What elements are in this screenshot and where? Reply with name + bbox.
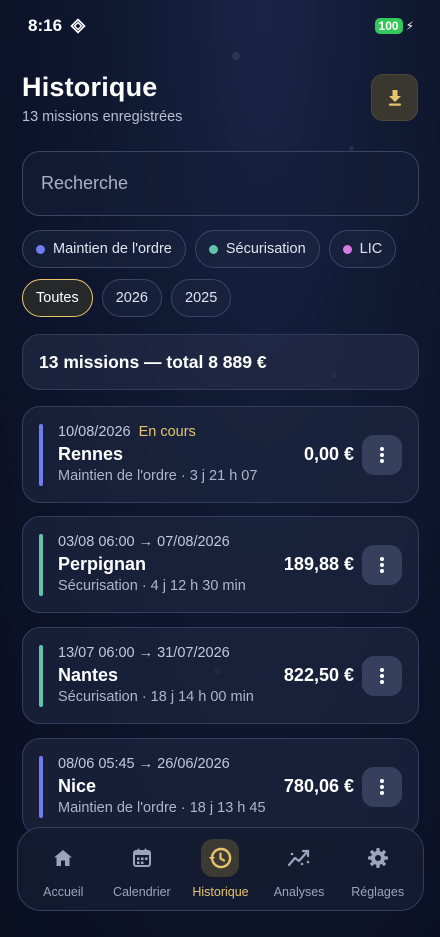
mission-date-range: 10/08/2026 [58,424,131,440]
mission-card[interactable]: 10/08/2026 En cours Rennes Maintien de l'… [22,406,419,503]
calendar-icon [132,848,151,867]
nav-icon-wrap [44,839,82,877]
year-chip-2025[interactable]: 2025 [171,279,232,317]
chip-label: Maintien de l'ordre [53,241,172,257]
status-bar: 8:16 100 ⚡ [0,0,440,52]
year-filters: Toutes 2026 2025 [22,279,232,317]
category-color-bar [39,645,43,707]
page-header: Historique 13 missions enregistrées [22,72,418,132]
nav-item-accueil[interactable]: Accueil [25,839,101,899]
export-button[interactable] [371,74,418,121]
search-input[interactable] [41,173,400,194]
category-color-bar [39,756,43,818]
chip-label: Toutes [36,290,79,306]
mission-status-badge: En cours [138,424,196,440]
category-color-bar [39,534,43,596]
chip-label: LIC [359,241,383,257]
year-chip-2026[interactable]: 2026 [101,279,162,317]
nav-item-reglages[interactable]: Réglages [340,839,416,899]
mission-dates: 13/07 06:00 → 31/07/2026 [58,645,230,661]
category-color-dot [36,244,45,254]
mission-card[interactable]: 03/08 06:00 → 07/08/2026 Perpignan Sécur… [22,516,419,613]
mission-city: Nantes [58,665,119,685]
more-vertical-icon [380,779,384,795]
mission-city: Perpignan [58,554,147,574]
filter-chip-maintien-de-l-ordre[interactable]: Maintien de l'ordre [22,230,186,268]
chip-label: Sécurisation [225,241,306,257]
nav-label: Analyses [273,885,325,899]
page-title: Historique [22,72,158,102]
chip-label: 2026 [115,290,148,306]
filter-chip-lic[interactable]: LIC [328,230,397,268]
mission-more-button[interactable] [362,656,402,696]
mission-dates: 03/08 06:00 → 07/08/2026 [58,534,230,550]
bottom-navigation: Accueil Calendrier Historique Analyses R… [17,827,424,911]
app-notification-icon [70,18,86,34]
mission-meta: Maintien de l'ordre · 18 j 13 h 45 [58,800,266,816]
mission-date-range: 08/06 05:45 → 26/06/2026 [58,756,230,772]
status-right: 100 ⚡ [374,18,414,34]
missions-summary: 13 missions — total 8 889 € [22,334,419,390]
battery-indicator: 100 [374,18,403,34]
status-time: 8:16 [28,16,63,35]
mission-date-range: 03/08 06:00 → 07/08/2026 [58,534,230,550]
category-color-bar [39,424,43,486]
mission-amount: 0,00 € [303,444,354,464]
mission-meta: Sécurisation · 4 j 12 h 30 min [58,578,246,594]
mission-city: Nice [58,776,97,796]
mission-date-range: 13/07 06:00 → 31/07/2026 [58,645,230,661]
nav-icon-wrap [280,839,318,877]
category-color-dot [208,244,218,254]
mission-dates: 10/08/2026 En cours [58,424,196,440]
analytics-icon [287,849,310,867]
mission-city: Rennes [58,444,124,464]
mission-more-button[interactable] [362,767,402,807]
chip-label: 2025 [185,290,218,306]
charging-icon: ⚡ [405,19,414,33]
mission-more-button[interactable] [362,545,402,585]
nav-icon-wrap [123,839,161,877]
history-icon [209,847,232,869]
mission-amount: 822,50 € [283,665,354,685]
gear-icon [367,848,388,868]
home-icon [54,850,73,866]
filter-chip-securisation[interactable]: Sécurisation [194,230,320,268]
mission-card[interactable]: 08/06 05:45 → 26/06/2026 Nice Maintien d… [22,738,419,835]
mission-more-button[interactable] [362,435,402,475]
status-left: 8:16 [28,16,86,36]
download-icon [388,89,401,106]
nav-icon-wrap [201,839,240,877]
mission-dates: 08/06 05:45 → 26/06/2026 [58,756,230,772]
mission-meta: Maintien de l'ordre · 3 j 21 h 07 [58,468,258,484]
nav-item-historique[interactable]: Historique [182,839,258,899]
nav-item-calendrier[interactable]: Calendrier [104,839,180,899]
nav-label: Réglages [351,885,405,899]
more-vertical-icon [380,447,384,463]
nav-item-analyses[interactable]: Analyses [261,839,337,899]
mission-meta: Sécurisation · 18 j 14 h 00 min [58,689,254,705]
summary-text: 13 missions — total 8 889 € [39,351,267,372]
nav-icon-wrap [359,839,397,877]
nav-label: Calendrier [113,885,171,899]
category-color-dot [342,244,352,254]
more-vertical-icon [380,668,384,684]
mission-card[interactable]: 13/07 06:00 → 31/07/2026 Nantes Sécurisa… [22,627,419,724]
nav-label: Accueil [43,885,84,899]
page-subtitle: 13 missions enregistrées [22,109,183,125]
mission-amount: 780,06 € [283,776,354,796]
year-chip-toutes[interactable]: Toutes [22,279,93,317]
more-vertical-icon [380,557,384,573]
mission-amount: 189,88 € [283,554,354,574]
nav-label: Historique [192,885,249,899]
category-filters: Maintien de l'ordre Sécurisation LIC [22,230,397,268]
search-box[interactable] [22,151,419,216]
background-particle [232,52,240,60]
